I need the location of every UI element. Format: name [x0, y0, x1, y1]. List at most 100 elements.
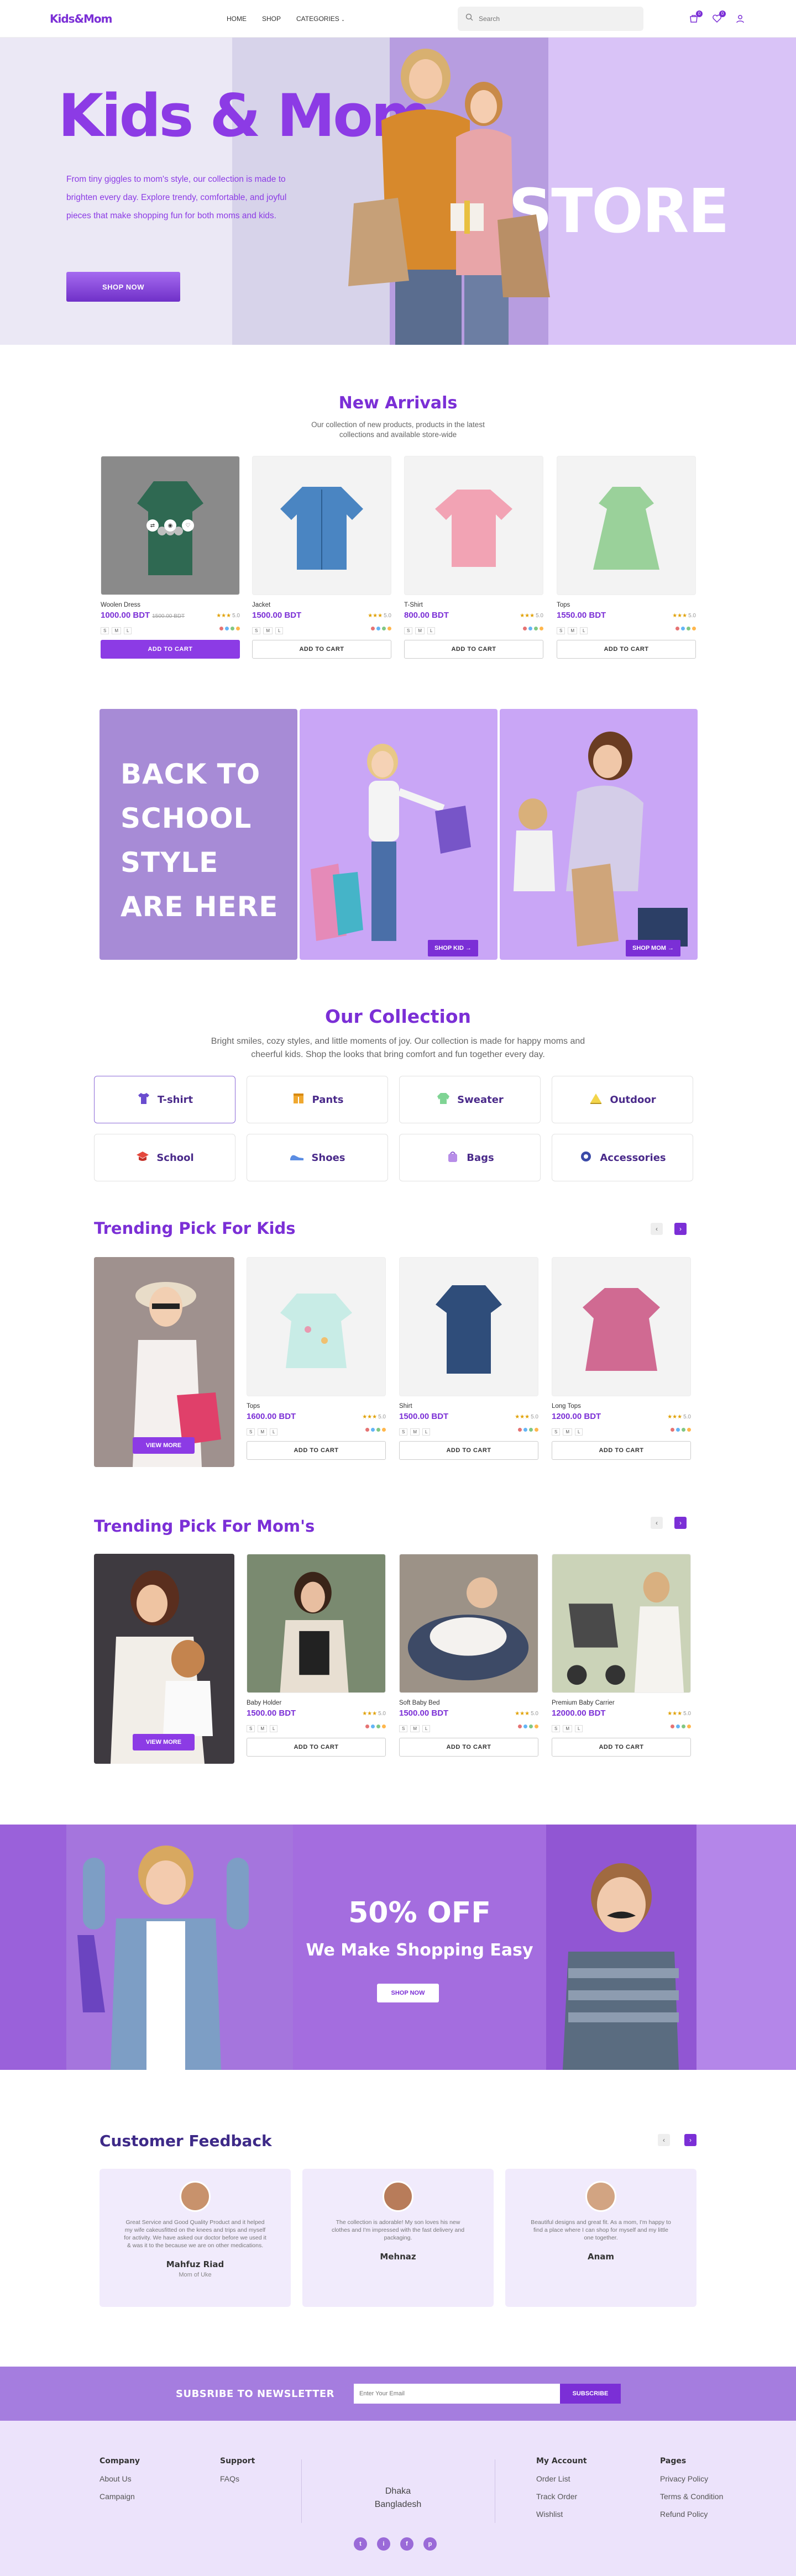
color-swatch[interactable]: [671, 1725, 674, 1728]
size-option[interactable]: S: [247, 1428, 255, 1436]
size-option[interactable]: L: [580, 627, 588, 634]
size-option[interactable]: M: [112, 627, 122, 634]
cart-icon[interactable]: 0: [688, 10, 703, 25]
size-option[interactable]: M: [410, 1428, 420, 1436]
hero-shop-now-button[interactable]: SHOP NOW: [66, 272, 180, 302]
feedback-prev-arrow-icon[interactable]: ‹: [658, 2134, 670, 2146]
color-swatch[interactable]: [681, 627, 685, 630]
color-swatch[interactable]: [687, 627, 690, 630]
view-icon[interactable]: ◉: [164, 519, 176, 532]
nav-categories[interactable]: CATEGORIES ⌄: [296, 15, 345, 23]
product-image[interactable]: [404, 456, 543, 595]
twitter-icon[interactable]: t: [354, 2537, 367, 2551]
size-option[interactable]: L: [422, 1428, 431, 1436]
newsletter-email-input[interactable]: [354, 2384, 560, 2404]
product-image[interactable]: [399, 1554, 538, 1693]
product-card[interactable]: Premium Baby Carrier 12000.00 BDT ★★★ 5.0 S M…: [552, 1554, 691, 1757]
color-swatch[interactable]: [518, 1725, 522, 1728]
color-swatch[interactable]: [376, 1725, 380, 1728]
size-option[interactable]: M: [563, 1428, 573, 1436]
size-option[interactable]: M: [258, 1428, 268, 1436]
size-option[interactable]: S: [252, 627, 261, 634]
color-swatch[interactable]: [376, 1428, 380, 1432]
size-option[interactable]: S: [399, 1428, 408, 1436]
product-image[interactable]: ⇄ ◉ ♡: [101, 456, 240, 595]
search-input[interactable]: [479, 14, 636, 23]
color-swatch[interactable]: [371, 1725, 375, 1728]
size-option[interactable]: L: [427, 627, 436, 634]
footer-link-privacy-policy[interactable]: Privacy Policy: [660, 2474, 723, 2483]
color-swatch[interactable]: [225, 627, 229, 630]
color-swatch[interactable]: [682, 1725, 685, 1728]
color-swatch[interactable]: [371, 1428, 375, 1432]
color-swatch[interactable]: [540, 627, 543, 630]
color-swatch[interactable]: [676, 1725, 680, 1728]
size-option[interactable]: S: [399, 1725, 408, 1732]
trending-moms-view-more-button[interactable]: VIEW MORE: [133, 1734, 195, 1750]
size-option[interactable]: S: [404, 627, 413, 634]
trending-moms-next-arrow-icon[interactable]: ›: [674, 1517, 687, 1529]
add-to-cart-button[interactable]: ADD TO CART: [252, 640, 391, 659]
product-card[interactable]: Soft Baby Bed 1500.00 BDT ★★★ 5.0 S M L ADD TO …: [399, 1554, 538, 1757]
product-card[interactable]: Tops 1600.00 BDT ★★★ 5.0 S M L ADD TO CART: [247, 1257, 386, 1460]
color-swatch[interactable]: [365, 1725, 369, 1728]
product-image[interactable]: [557, 456, 696, 595]
category-tshirt[interactable]: T-shirt: [94, 1076, 235, 1123]
category-bags[interactable]: Bags: [399, 1134, 541, 1181]
color-swatch[interactable]: [692, 627, 696, 630]
product-card[interactable]: Long Tops 1200.00 BDT ★★★ 5.0 S M L ADD TO CART: [552, 1257, 691, 1460]
footer-link-faqs[interactable]: FAQs: [220, 2474, 255, 2483]
color-swatch[interactable]: [382, 1725, 386, 1728]
size-option[interactable]: M: [258, 1725, 268, 1732]
product-card[interactable]: Shirt 1500.00 BDT ★★★ 5.0 S M L ADD TO CART: [399, 1257, 538, 1460]
category-shoes[interactable]: Shoes: [247, 1134, 388, 1181]
footer-link-terms[interactable]: Terms & Condition: [660, 2492, 723, 2501]
size-option[interactable]: M: [563, 1725, 573, 1732]
color-swatch[interactable]: [528, 627, 532, 630]
color-swatch[interactable]: [382, 627, 386, 630]
size-option[interactable]: L: [270, 1725, 278, 1732]
size-option[interactable]: L: [124, 627, 132, 634]
product-card[interactable]: Tops 1550.00 BDT ★★★ 5.0 S M L ADD TO CART: [557, 456, 696, 659]
size-option[interactable]: L: [575, 1725, 583, 1732]
color-swatch[interactable]: [687, 1428, 691, 1432]
size-option[interactable]: L: [422, 1725, 431, 1732]
color-swatch[interactable]: [676, 1428, 680, 1432]
color-swatch[interactable]: [365, 1428, 369, 1432]
color-swatch[interactable]: [529, 1725, 533, 1728]
color-swatch[interactable]: [523, 1428, 527, 1432]
color-swatch[interactable]: [682, 1428, 685, 1432]
size-option[interactable]: L: [575, 1428, 583, 1436]
trending-kids-prev-arrow-icon[interactable]: ‹: [651, 1223, 663, 1235]
add-to-cart-button[interactable]: ADD TO CART: [552, 1738, 691, 1757]
subscribe-button[interactable]: SUBSCRIBE: [560, 2384, 621, 2404]
trending-kids-view-more-button[interactable]: VIEW MORE: [133, 1437, 195, 1454]
color-swatch[interactable]: [523, 1725, 527, 1728]
footer-link-track-order[interactable]: Track Order: [536, 2492, 587, 2501]
product-card[interactable]: Baby Holder 1500.00 BDT ★★★ 5.0 S M L ADD TO CA…: [247, 1554, 386, 1757]
shop-mom-button[interactable]: SHOP MOM →: [626, 940, 680, 956]
color-swatch[interactable]: [671, 1428, 674, 1432]
trending-moms-prev-arrow-icon[interactable]: ‹: [651, 1517, 663, 1529]
user-icon[interactable]: [734, 13, 746, 25]
product-card[interactable]: ⇄ ◉ ♡ Woolen Dress 1000.00 BDT 1500.00 BDT ★★★…: [101, 456, 240, 659]
add-to-cart-button[interactable]: ADD TO CART: [404, 640, 543, 659]
add-to-cart-button[interactable]: ADD TO CART: [399, 1441, 538, 1460]
color-swatch[interactable]: [687, 1725, 691, 1728]
size-option[interactable]: S: [247, 1725, 255, 1732]
color-swatch[interactable]: [518, 1428, 522, 1432]
size-option[interactable]: S: [557, 627, 565, 634]
product-image[interactable]: [552, 1554, 691, 1693]
footer-link-campaign[interactable]: Campaign: [100, 2492, 140, 2501]
shop-kid-button[interactable]: SHOP KID →: [428, 940, 479, 956]
add-to-cart-button[interactable]: ADD TO CART: [399, 1738, 538, 1757]
heart-icon[interactable]: 0: [711, 10, 726, 25]
size-option[interactable]: M: [263, 627, 273, 634]
add-to-cart-button[interactable]: ADD TO CART: [557, 640, 696, 659]
size-option[interactable]: L: [270, 1428, 278, 1436]
category-pants[interactable]: Pants: [247, 1076, 388, 1123]
product-image[interactable]: [552, 1257, 691, 1396]
product-image[interactable]: [252, 456, 391, 595]
product-image[interactable]: [399, 1257, 538, 1396]
color-swatch[interactable]: [382, 1428, 386, 1432]
